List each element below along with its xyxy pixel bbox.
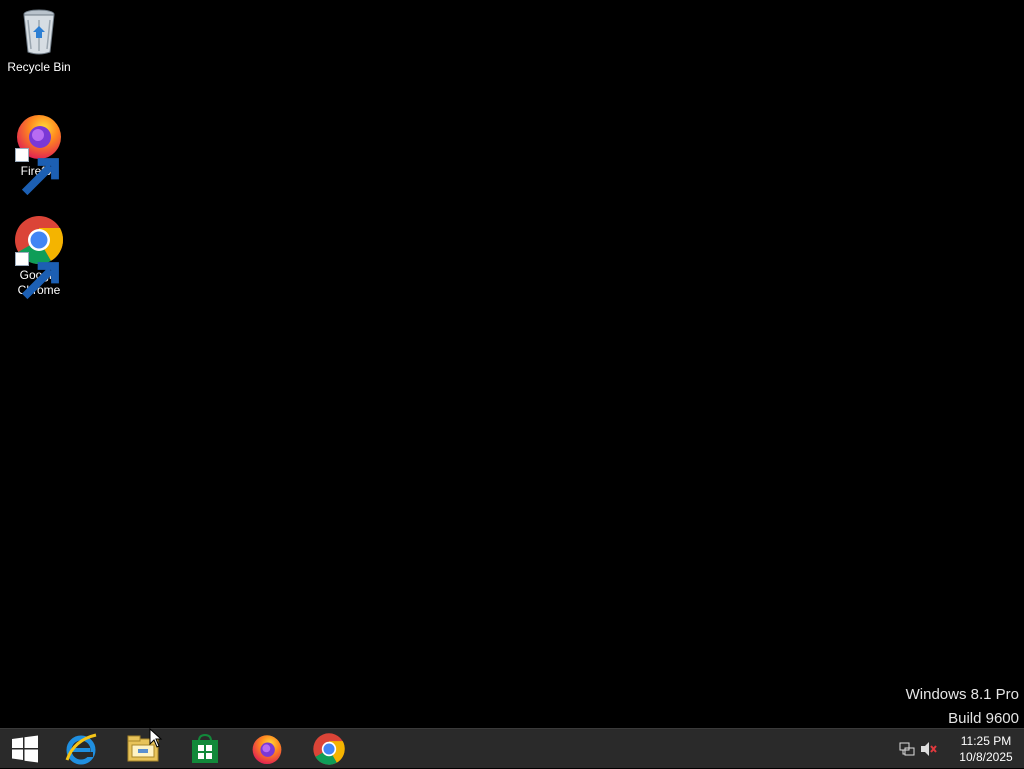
desktop-icon-firefox[interactable]: Firefox <box>1 110 77 196</box>
desktop-icon-label: Recycle Bin <box>7 60 71 74</box>
store-icon <box>192 734 218 763</box>
network-icon[interactable] <box>896 738 918 760</box>
taskbar-file-explorer[interactable] <box>114 729 172 769</box>
clock-date: 10/8/2025 <box>959 750 1013 764</box>
desktop-icon-recycle-bin[interactable]: Recycle Bin <box>1 6 77 75</box>
desktop-icon-google-chrome[interactable]: Google Chrome <box>1 214 77 300</box>
shortcut-arrow-icon <box>15 252 59 300</box>
chrome-icon <box>13 214 65 300</box>
clock[interactable]: 11:25 PM 10/8/2025 <box>948 733 1024 765</box>
taskbar-internet-explorer[interactable] <box>52 729 110 769</box>
firefox-icon <box>13 110 65 196</box>
taskbar-store[interactable] <box>176 729 234 769</box>
watermark-edition: Windows 8.1 Pro <box>905 686 1019 703</box>
desktop: Recycle Bin Firefox Google Chrome Window… <box>0 0 1024 728</box>
volume-muted-icon[interactable] <box>918 738 940 760</box>
chrome-icon <box>313 733 345 765</box>
windows-watermark: Windows 8.1 Pro Build 9600 <box>906 683 1019 731</box>
start-button[interactable] <box>0 729 50 769</box>
mouse-pointer-icon <box>149 728 163 748</box>
clock-time: 11:25 PM <box>960 734 1012 748</box>
taskbar-firefox[interactable] <box>238 729 296 769</box>
taskbar-chrome[interactable] <box>300 729 358 769</box>
internet-explorer-icon <box>65 733 97 765</box>
windows-logo-icon <box>12 735 38 763</box>
shortcut-arrow-icon <box>15 148 59 196</box>
firefox-icon <box>252 735 282 765</box>
system-tray: 11:25 PM 10/8/2025 <box>896 729 1024 769</box>
recycle-bin-icon <box>13 6 65 58</box>
